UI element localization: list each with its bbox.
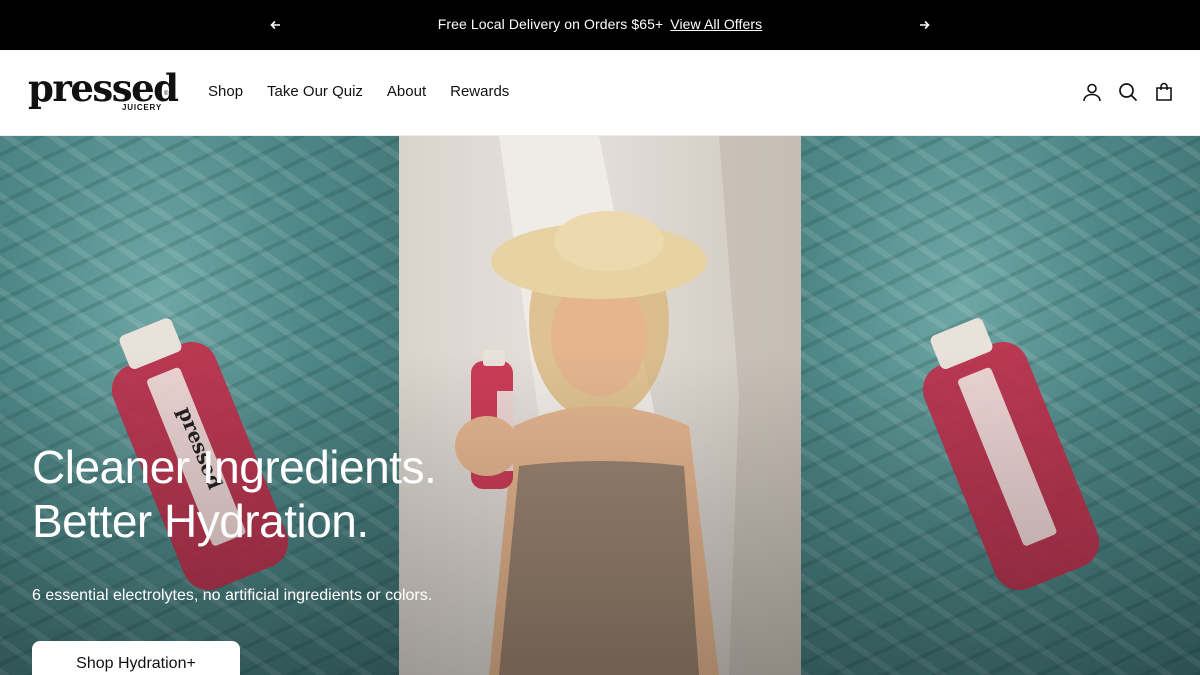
arrow-right-icon[interactable] [914,15,934,35]
hero-subtitle: 6 essential electrolytes, no artificial … [32,587,433,604]
nav-item-about[interactable]: About [387,83,426,101]
hero-banner: pressed Clea [0,136,1200,675]
hero-title-line2: Better Hydration. [32,495,369,547]
logo-wordmark: pressed [28,66,179,110]
cart-icon[interactable] [1154,81,1174,103]
announcement-message: Free Local Delivery on Orders $65+ View … [0,15,1200,33]
view-offers-link[interactable]: View All Offers [670,16,762,32]
header-actions [1082,81,1174,103]
announcement-bar: Free Local Delivery on Orders $65+ View … [0,0,1200,50]
logo-subtitle: JUICERY [122,103,162,112]
account-icon[interactable] [1082,81,1102,103]
hero-title-line1: Cleaner Ingredients. [32,441,437,493]
search-icon[interactable] [1118,81,1138,103]
nav-item-quiz[interactable]: Take Our Quiz [267,83,363,101]
main-nav: Shop Take Our Quiz About Rewards [208,83,533,101]
nav-item-rewards[interactable]: Rewards [450,83,509,101]
hero-title: Cleaner Ingredients. Better Hydration. [32,440,437,548]
site-header: pressed ® JUICERY Shop Take Our Quiz Abo… [0,50,1200,136]
shop-hydration-button[interactable]: Shop Hydration+ [32,641,240,675]
announcement-text: Free Local Delivery on Orders $65+ [437,16,664,32]
logo[interactable]: pressed ® JUICERY [28,66,179,116]
logo-registered: ® [164,91,169,97]
nav-item-shop[interactable]: Shop [208,83,243,101]
